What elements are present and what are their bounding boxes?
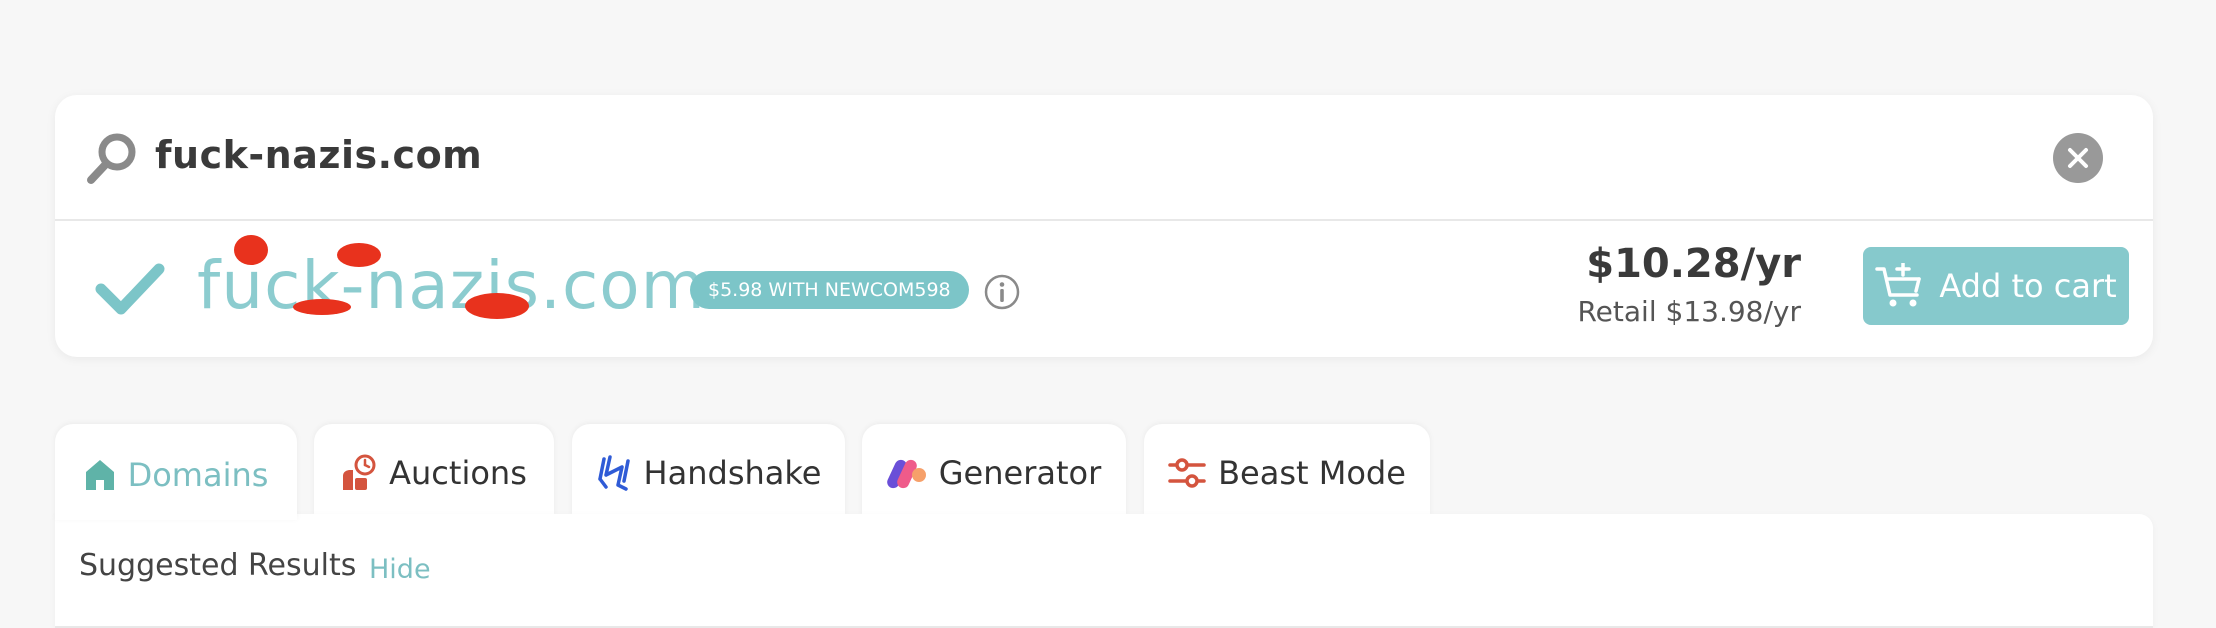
retail-price: Retail $13.98/yr: [1577, 295, 1801, 328]
result-domain-name[interactable]: fuck-nazis.com: [197, 247, 706, 324]
results-panel: Suggested Results Hide: [55, 514, 2153, 628]
domain-result-row: fuck-nazis.com $5.98 WITH NEWCOM598 $10.…: [55, 221, 2153, 357]
promo-badge: $5.98 WITH NEWCOM598: [690, 271, 969, 309]
redaction-mark: [293, 299, 351, 315]
redaction-mark: [465, 293, 529, 319]
price: $10.28/yr: [1586, 241, 1801, 287]
tab-domains[interactable]: Domains: [55, 424, 297, 520]
search-input[interactable]: fuck-nazis.com: [155, 133, 482, 177]
tab-handshake[interactable]: Handshake: [572, 424, 845, 516]
handshake-icon: [597, 455, 630, 491]
tab-label: Handshake: [643, 454, 822, 492]
home-icon: [85, 460, 114, 490]
hide-suggested-link[interactable]: Hide: [369, 554, 431, 585]
tab-label: Domains: [127, 456, 269, 494]
search-card: fuck-nazis.com fuck-nazis.com $5.98 WITH…: [55, 95, 2153, 357]
suggested-results-heading: Suggested Results: [79, 548, 357, 583]
tab-label: Auctions: [389, 454, 527, 492]
generator-icon: [886, 459, 926, 489]
tab-generator[interactable]: Generator: [862, 424, 1126, 516]
info-icon[interactable]: [983, 273, 1021, 311]
add-to-cart-button[interactable]: Add to cart: [1863, 247, 2129, 325]
clear-search-button[interactable]: [2053, 133, 2103, 183]
tab-auctions[interactable]: Auctions: [314, 424, 554, 516]
cart-icon: [1875, 263, 1922, 307]
add-to-cart-label: Add to cart: [1939, 267, 2117, 305]
checkmark-icon: [95, 263, 165, 315]
sliders-icon: [1168, 458, 1206, 488]
close-icon: [2068, 148, 2088, 168]
search-bar: fuck-nazis.com: [55, 95, 2153, 267]
tab-label: Beast Mode: [1218, 454, 1406, 492]
tab-beast-mode[interactable]: Beast Mode: [1144, 424, 1430, 516]
auction-icon: [343, 454, 376, 490]
search-icon: [87, 133, 136, 184]
tab-label: Generator: [938, 454, 1102, 492]
